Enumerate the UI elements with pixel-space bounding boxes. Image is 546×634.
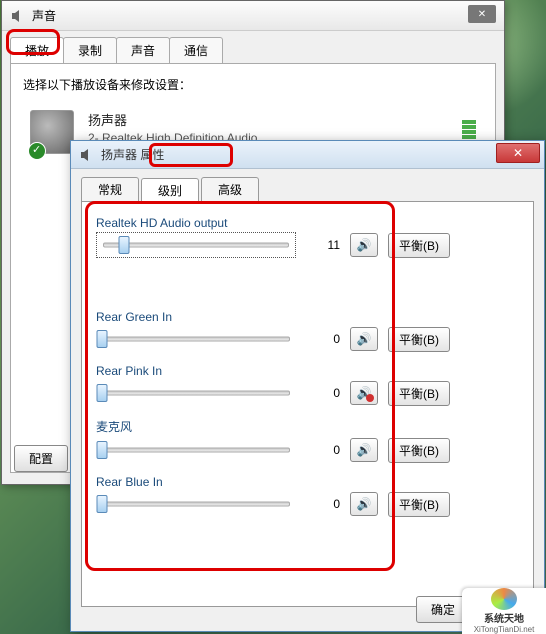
volume-slider[interactable] [96,232,296,258]
slider-label: Rear Pink In [96,364,519,378]
volume-slider-group: 麦克风 0 🔊 平衡(B) [96,418,519,463]
slider-row: 0 🔊 平衡(B) [96,491,519,517]
slider-value: 0 [306,332,340,346]
volume-slider[interactable] [96,380,296,406]
slider-row: 11 🔊 平衡(B) [96,232,519,258]
tab-playback[interactable]: 播放 [10,37,64,63]
balance-button[interactable]: 平衡(B) [388,327,450,352]
volume-slider-group: Rear Green In 0 🔊 平衡(B) [96,310,519,352]
speaker-icon: 🔊 [357,443,372,457]
sound-tabstrip: 播放 录制 声音 通信 [2,31,504,63]
slider-value: 0 [306,443,340,457]
speaker-icon: 🔊 [357,386,372,400]
configure-button[interactable]: 配置 [14,445,68,472]
slider-label: Rear Green In [96,310,519,324]
levels-panel: Realtek HD Audio output11🔊平衡(B)Rear Gree… [81,201,534,607]
tab-communications[interactable]: 通信 [169,37,223,63]
speaker-icon [79,147,95,163]
speaker-icon: 🔊 [357,332,372,346]
mute-button[interactable]: 🔊 [350,381,378,405]
slider-row: 0 🔊 平衡(B) [96,326,519,352]
sound-dialog-title: 声音 [32,7,496,24]
tab-levels[interactable]: 级别 [141,178,199,202]
volume-slider[interactable] [96,326,296,352]
tab-sounds[interactable]: 声音 [116,37,170,63]
tab-general[interactable]: 常规 [81,177,139,201]
slider-thumb[interactable] [97,384,108,402]
tab-advanced[interactable]: 高级 [201,177,259,201]
slider-thumb[interactable] [97,441,108,459]
speaker-icon: 🔊 [357,238,372,252]
volume-slider[interactable] [96,437,296,463]
close-button[interactable]: ✕ [468,5,496,23]
slider-row: 0 🔊 平衡(B) [96,437,519,463]
watermark-logo: 系统天地 XiTongTianDi.net [462,588,546,634]
watermark-url: XiTongTianDi.net [474,625,535,634]
device-instruction: 选择以下播放设备来修改设置： [23,76,483,93]
slider-row: 0 🔊 平衡(B) [96,380,519,406]
sound-titlebar[interactable]: 声音 ✕ [2,1,504,31]
volume-slider-group: Rear Blue In 0 🔊 平衡(B) [96,475,519,517]
volume-slider[interactable] [96,491,296,517]
watermark-icon [491,588,517,610]
mute-button[interactable]: 🔊 [350,438,378,462]
volume-slider-group: Rear Pink In 0 🔊 平衡(B) [96,364,519,406]
properties-tabstrip: 常规 级别 高级 [71,169,544,201]
balance-button[interactable]: 平衡(B) [388,233,450,258]
slider-label: 麦克风 [96,418,519,435]
slider-thumb[interactable] [118,236,129,254]
properties-titlebar[interactable]: 扬声器 属性 ✕ [71,141,544,169]
slider-thumb[interactable] [97,330,108,348]
slider-label: Rear Blue In [96,475,519,489]
device-name: 扬声器 [88,110,462,129]
properties-dialog-title: 扬声器 属性 [101,146,536,163]
mute-button[interactable]: 🔊 [350,492,378,516]
muted-indicator-icon [366,394,374,402]
mute-button[interactable]: 🔊 [350,233,378,257]
balance-button[interactable]: 平衡(B) [388,492,450,517]
slider-value: 0 [306,497,340,511]
slider-label: Realtek HD Audio output [96,216,519,230]
mute-button[interactable]: 🔊 [350,327,378,351]
slider-thumb[interactable] [97,495,108,513]
volume-slider-group: Realtek HD Audio output 11 🔊 平衡(B) [96,216,519,258]
close-button[interactable]: ✕ [496,143,540,163]
slider-value: 0 [306,386,340,400]
speaker-icon: 🔊 [357,497,372,511]
tab-recording[interactable]: 录制 [63,37,117,63]
balance-button[interactable]: 平衡(B) [388,381,450,406]
watermark-text: 系统天地 [484,610,524,625]
sound-icon [10,8,26,24]
slider-value: 11 [306,238,340,252]
default-check-icon [28,142,46,160]
balance-button[interactable]: 平衡(B) [388,438,450,463]
properties-dialog: 扬声器 属性 ✕ 常规 级别 高级 Realtek HD Audio outpu… [70,140,545,632]
